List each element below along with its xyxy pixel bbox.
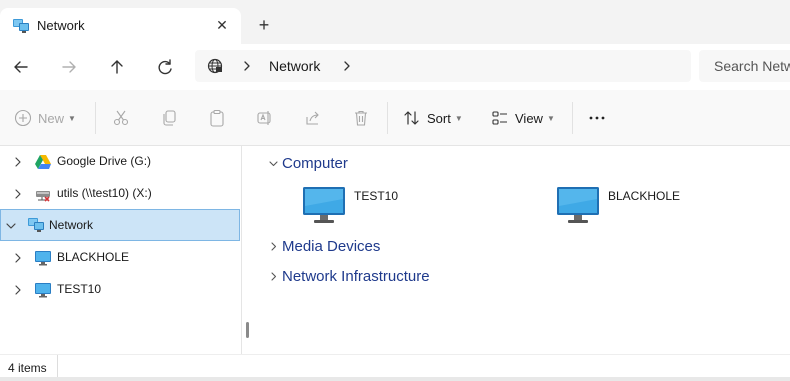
nav-item-blackhole[interactable]: BLACKHOLE bbox=[0, 242, 240, 274]
arrow-right-icon[interactable] bbox=[57, 55, 81, 79]
google-drive-icon bbox=[34, 153, 52, 171]
sort-button[interactable]: Sort ▼ bbox=[403, 106, 463, 130]
chevron-down-icon: ▼ bbox=[454, 113, 463, 123]
computer-icon bbox=[556, 186, 600, 226]
more-button[interactable] bbox=[588, 106, 606, 130]
chevron-down-icon: ▼ bbox=[546, 113, 555, 123]
group-title: Media Devices bbox=[282, 238, 381, 255]
content-pane: Computer TEST10 BLACKHOLE Media Devices … bbox=[258, 146, 790, 354]
rename-icon bbox=[257, 111, 271, 125]
arrow-up-icon[interactable] bbox=[105, 55, 129, 79]
share-button[interactable] bbox=[304, 106, 322, 130]
item-count: 4 items bbox=[8, 361, 47, 375]
rename-button[interactable] bbox=[256, 106, 274, 130]
plus-circle-icon bbox=[14, 109, 32, 127]
more-icon bbox=[589, 116, 605, 120]
chevron-down-icon bbox=[268, 158, 279, 169]
network-icon bbox=[12, 18, 30, 34]
address-row: Network Search Netw bbox=[0, 44, 790, 90]
computer-name: TEST10 bbox=[354, 189, 399, 203]
computer-tile-test10[interactable]: TEST10 bbox=[302, 186, 522, 230]
chevron-right-icon[interactable] bbox=[12, 156, 24, 168]
chevron-down-icon[interactable] bbox=[5, 220, 17, 232]
computer-icon bbox=[34, 281, 52, 299]
group-title: Network Infrastructure bbox=[282, 268, 430, 285]
chevron-right-icon[interactable] bbox=[12, 284, 24, 296]
new-label: New bbox=[38, 110, 65, 126]
new-button[interactable]: New ▼ bbox=[14, 106, 76, 130]
nav-item-test10[interactable]: TEST10 bbox=[0, 274, 240, 306]
nav-item-google-drive[interactable]: Google Drive (G:) bbox=[0, 146, 240, 178]
chevron-right-icon[interactable] bbox=[239, 58, 255, 74]
nav-item-label: Google Drive (G:) bbox=[57, 154, 152, 168]
trash-icon bbox=[355, 110, 367, 126]
arrow-left-icon[interactable] bbox=[9, 55, 33, 79]
group-title: Computer bbox=[282, 155, 348, 172]
chevron-down-icon: ▼ bbox=[68, 113, 76, 123]
clipboard-icon bbox=[210, 109, 224, 127]
refresh-icon[interactable] bbox=[153, 55, 177, 79]
tab-strip: Network ✕ + bbox=[0, 0, 790, 44]
scissors-icon bbox=[113, 110, 129, 126]
computer-name: BLACKHOLE bbox=[608, 189, 681, 203]
search-placeholder: Search Netw bbox=[714, 58, 790, 74]
chevron-right-icon[interactable] bbox=[12, 188, 24, 200]
divider bbox=[387, 102, 388, 134]
search-input[interactable]: Search Netw bbox=[699, 50, 790, 82]
chevron-right-icon[interactable] bbox=[339, 58, 355, 74]
group-header-media-devices[interactable]: Media Devices bbox=[258, 236, 458, 258]
copy-icon bbox=[163, 110, 176, 126]
navigation-pane: Google Drive (G:) utils (\\test10) (X:) … bbox=[0, 146, 242, 354]
group-header-computer[interactable]: Computer bbox=[258, 153, 458, 175]
divider bbox=[572, 102, 573, 134]
delete-button[interactable] bbox=[352, 106, 370, 130]
view-button[interactable]: View ▼ bbox=[491, 106, 555, 130]
nav-item-label: TEST10 bbox=[57, 282, 102, 296]
copy-button[interactable] bbox=[160, 106, 178, 130]
group-header-network-infrastructure[interactable]: Network Infrastructure bbox=[258, 266, 498, 288]
close-icon[interactable]: ✕ bbox=[212, 15, 232, 35]
computer-icon bbox=[302, 186, 346, 226]
globe-icon bbox=[207, 58, 223, 74]
view-label: View bbox=[515, 110, 543, 126]
paste-button[interactable] bbox=[208, 106, 226, 130]
computer-icon bbox=[34, 249, 52, 267]
divider bbox=[95, 102, 96, 134]
cut-button[interactable] bbox=[112, 106, 130, 130]
tab-title: Network bbox=[37, 18, 85, 33]
network-icon bbox=[27, 217, 45, 235]
sort-icon bbox=[404, 111, 419, 125]
nav-item-utils-drive[interactable]: utils (\\test10) (X:) bbox=[0, 178, 240, 210]
nav-item-label: BLACKHOLE bbox=[57, 250, 130, 264]
nav-item-label: utils (\\test10) (X:) bbox=[57, 186, 152, 200]
nav-item-network[interactable]: Network bbox=[0, 209, 240, 241]
window-bottom-edge bbox=[0, 377, 790, 381]
address-bar[interactable]: Network bbox=[195, 50, 691, 82]
command-bar: New ▼ Sort ▼ View ▼ bbox=[0, 90, 790, 146]
chevron-right-icon[interactable] bbox=[12, 252, 24, 264]
breadcrumb-network[interactable]: Network bbox=[269, 58, 320, 74]
view-icon bbox=[492, 111, 507, 125]
nav-item-label: Network bbox=[49, 218, 94, 232]
network-drive-disconnected-icon bbox=[34, 185, 52, 203]
sort-label: Sort bbox=[427, 110, 451, 126]
tab-network[interactable]: Network ✕ bbox=[0, 8, 241, 44]
plus-icon[interactable]: + bbox=[252, 14, 276, 38]
share-icon bbox=[306, 111, 319, 125]
computer-tile-blackhole[interactable]: BLACKHOLE bbox=[556, 186, 776, 230]
chevron-right-icon bbox=[268, 241, 279, 252]
chevron-right-icon bbox=[268, 271, 279, 282]
scrollbar-thumb[interactable] bbox=[246, 322, 249, 338]
